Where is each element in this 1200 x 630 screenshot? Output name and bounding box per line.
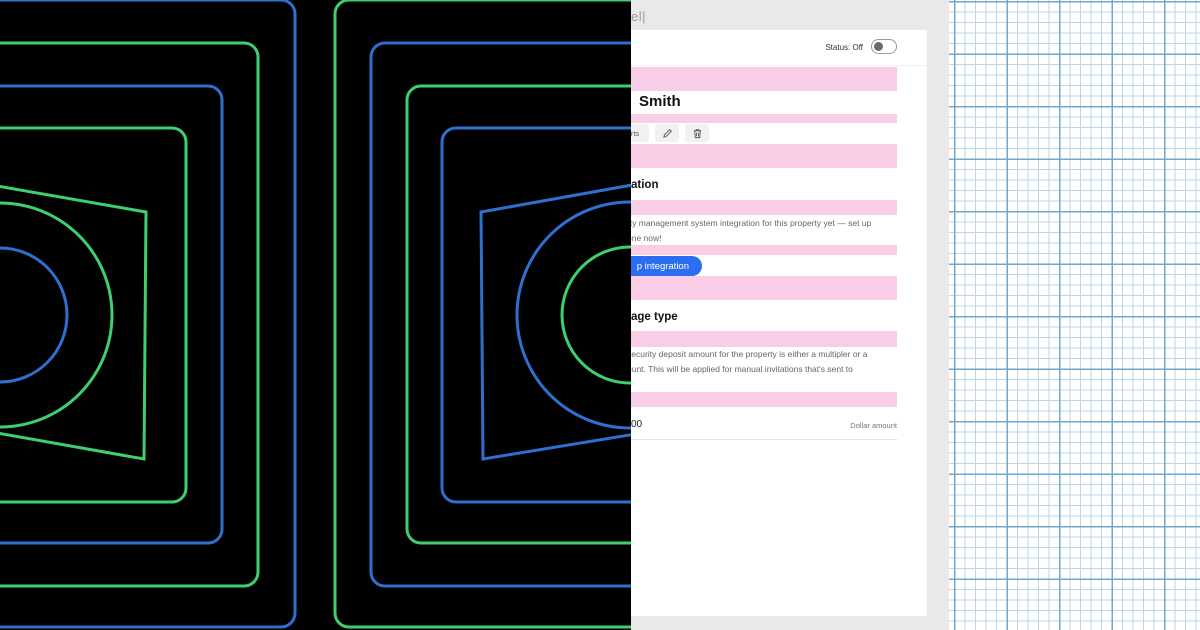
- pencil-icon: [662, 128, 672, 138]
- integration-description: rty management system integration for th…: [631, 216, 897, 246]
- art-left-rect-1: [0, 0, 297, 629]
- art-right-circle-inner: [560, 245, 631, 385]
- action-button-partial[interactable]: rts: [631, 124, 649, 142]
- highlight-band: [631, 114, 897, 123]
- toggle-knob: [874, 42, 883, 51]
- highlight-band: [631, 144, 897, 168]
- settings-card: Status: Off Smith rts ation rty manageme…: [631, 30, 927, 616]
- highlight-band: [631, 245, 897, 255]
- deposit-amount-value: 00: [631, 419, 643, 430]
- artwork-svg: [0, 0, 631, 629]
- setup-integration-button[interactable]: p integration: [631, 256, 702, 276]
- highlight-band: [631, 392, 897, 407]
- graph-paper: [949, 0, 1200, 630]
- highlight-band: [631, 276, 897, 300]
- art-left-circle-outer: [0, 201, 114, 429]
- status-label: Status: Off: [825, 43, 863, 52]
- highlight-band: [631, 200, 897, 215]
- deposit-description-line2: ount. This will be applied for manual in…: [631, 364, 853, 374]
- art-left-trapezoid: [0, 184, 148, 461]
- art-right-trapezoid: [479, 183, 631, 461]
- deposit-description: security deposit amount for the property…: [631, 347, 897, 377]
- highlight-band: [631, 67, 897, 91]
- highlight-band: [631, 331, 897, 347]
- deposit-unit-label: Dollar amount: [850, 421, 897, 430]
- art-left-rect-4: [0, 126, 188, 504]
- composite-image: el| Status: Off Smith rts ation rty mana…: [0, 0, 1200, 630]
- integration-section-title: ation: [631, 179, 659, 191]
- deposit-section-title: age type: [631, 311, 678, 323]
- art-left-rect-2: [0, 41, 260, 588]
- art-left-circle-inner: [0, 246, 69, 384]
- edit-button[interactable]: [655, 124, 679, 142]
- person-name-title: Smith: [639, 93, 681, 110]
- art-right-circle-outer: [515, 200, 631, 430]
- art-right-rect-4: [440, 126, 631, 504]
- abstract-artwork: [0, 0, 631, 630]
- art-right-rect-2: [369, 41, 631, 588]
- integration-description-line2: one now!: [631, 233, 662, 243]
- status-toggle[interactable]: [871, 39, 897, 54]
- integration-description-line1: rty management system integration for th…: [631, 218, 872, 228]
- trash-icon: [693, 128, 701, 138]
- card-header: Status: Off: [631, 30, 927, 66]
- property-settings-panel: el| Status: Off Smith rts ation rty mana…: [631, 0, 949, 630]
- delete-button[interactable]: [685, 124, 709, 142]
- deposit-description-line1: security deposit amount for the property…: [631, 349, 868, 359]
- panel-top-text: el|: [631, 9, 646, 24]
- deposit-amount-field[interactable]: 00 Dollar amount: [631, 414, 897, 440]
